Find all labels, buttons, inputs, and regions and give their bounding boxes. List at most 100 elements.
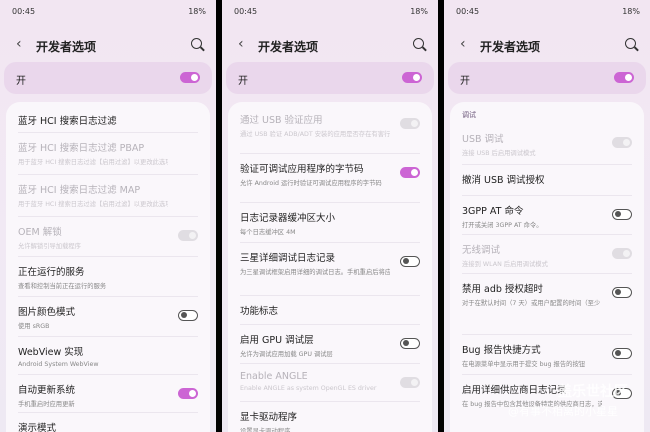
setting-item: 通过 USB 验证应用 通过 USB 验证 ADB/ADT 安装的应用是否存在有害…: [240, 112, 424, 138]
list-divider: [462, 195, 632, 196]
master-switch-label: 开: [16, 76, 26, 87]
watermark-author: @有事不相离的小星星: [508, 405, 618, 418]
setting-toggle[interactable]: [612, 287, 632, 298]
setting-item[interactable]: 蓝牙 HCI 搜索日志过滤: [18, 113, 202, 127]
setting-summary: 为三星调试框架启用详细的调试日志。手机重启后将应用此选项，并且可能会影响性能。: [240, 269, 390, 276]
setting-item[interactable]: 撤消 USB 调试授权: [462, 172, 636, 186]
back-arrow-icon[interactable]: ‹: [460, 36, 466, 52]
setting-toggle[interactable]: [178, 388, 198, 399]
setting-title: 3GPP AT 命令: [462, 206, 524, 217]
back-arrow-icon[interactable]: ‹: [16, 36, 22, 52]
setting-summary: Enable ANGLE as system OpenGL ES driver: [240, 385, 377, 392]
setting-title: 演示模式: [18, 423, 57, 432]
developer-options-master-switch[interactable]: 开: [448, 62, 646, 94]
setting-toggle[interactable]: [612, 209, 632, 220]
setting-title: 显卡驱动程序: [240, 412, 298, 423]
status-battery: 18%: [622, 7, 640, 16]
setting-item[interactable]: Bug 报告快捷方式在电源菜单中显示用于提交 bug 报告的按钮: [462, 342, 636, 368]
setting-toggle: [400, 118, 420, 129]
list-divider: [462, 334, 632, 335]
panel-developer-options-2: 00:45 18% ‹ 开发者选项开通过 USB 验证应用 通过 USB 验证 ADB/…: [222, 0, 438, 432]
list-divider: [18, 374, 198, 375]
list-divider: [240, 363, 420, 364]
page-title: 开发者选项: [258, 40, 319, 54]
setting-summary: 手机重启时应用更新: [18, 401, 75, 408]
setting-toggle[interactable]: [400, 256, 420, 267]
status-battery: 18%: [188, 7, 206, 16]
status-bar: 00:45 18%: [444, 0, 650, 22]
master-switch-label: 开: [238, 76, 248, 87]
status-time: 00:45: [12, 7, 36, 16]
setting-summary: 在电源菜单中显示用于提交 bug 报告的按钮: [462, 361, 586, 368]
master-toggle[interactable]: [614, 72, 634, 83]
page-title: 开发者选项: [36, 40, 97, 54]
setting-title: 日志记录器缓冲区大小: [240, 213, 336, 224]
setting-title: 正在运行的服务: [18, 267, 85, 278]
setting-item[interactable]: 功能标志: [240, 303, 424, 317]
back-arrow-icon[interactable]: ‹: [238, 36, 244, 52]
setting-item: USB 调试 连接 USB 后启用调试模式: [462, 131, 636, 157]
setting-title: 自动更新系统: [18, 385, 76, 396]
list-divider: [18, 412, 198, 413]
setting-item[interactable]: 3GPP AT 命令打开或关闭 3GPP AT 命令。: [462, 203, 636, 229]
list-divider: [462, 234, 632, 235]
setting-toggle[interactable]: [178, 310, 198, 321]
setting-item[interactable]: 三星详细调试日志记录为三星调试框架启用详细的调试日志。手机重启后将应用此选项，并…: [240, 250, 424, 276]
status-battery: 18%: [410, 7, 428, 16]
list-divider: [240, 202, 420, 203]
setting-summary: 设置显卡驱动程序: [240, 428, 291, 432]
search-icon[interactable]: [191, 38, 202, 49]
setting-title: 禁用 adb 授权超时: [462, 284, 543, 295]
setting-summary: 用于蓝牙 HCI 搜索日志过滤【启用过滤】以更改此选项: [18, 201, 168, 208]
setting-summary: 打开或关闭 3GPP AT 命令。: [462, 222, 543, 229]
search-icon[interactable]: [625, 38, 636, 49]
setting-summary: 使用 sRGB: [18, 323, 50, 330]
setting-summary: 每个日志缓冲区 4M: [240, 229, 296, 236]
setting-title: 撤消 USB 调试授权: [462, 175, 545, 186]
setting-item[interactable]: 禁用 adb 授权超时对于在默认时间（7 天）或用户配置的时间（至少 1 天）内…: [462, 281, 636, 307]
setting-summary: 对于在默认时间（7 天）或用户配置的时间（至少 1 天）内未重新连接的系统，禁用…: [462, 300, 602, 307]
app-header: ‹ 开发者选项: [0, 36, 216, 56]
master-toggle[interactable]: [180, 72, 200, 83]
list-divider: [18, 132, 198, 133]
list-divider: [240, 295, 420, 296]
setting-summary: 允许解锁引导加载程序: [18, 243, 81, 250]
app-header: ‹ 开发者选项: [444, 36, 650, 56]
developer-options-master-switch[interactable]: 开: [4, 62, 212, 94]
status-time: 00:45: [456, 7, 480, 16]
master-toggle[interactable]: [402, 72, 422, 83]
setting-item[interactable]: 演示模式: [18, 420, 202, 432]
list-divider: [240, 242, 420, 243]
setting-title: Enable ANGLE: [240, 371, 308, 382]
setting-item[interactable]: 图片颜色模式 使用 sRGB: [18, 304, 202, 330]
setting-item[interactable]: 正在运行的服务 查看和控制当前正在运行的服务: [18, 264, 202, 290]
setting-toggle[interactable]: [400, 338, 420, 349]
setting-title: 蓝牙 HCI 搜索日志过滤 PBAP: [18, 143, 145, 154]
setting-toggle[interactable]: [400, 167, 420, 178]
setting-item[interactable]: 启用 GPU 调试层 允许为调试应用加载 GPU 调试层: [240, 332, 424, 358]
list-divider: [462, 374, 632, 375]
setting-title: Bug 报告快捷方式: [462, 345, 541, 356]
status-time: 00:45: [234, 7, 258, 16]
page-title: 开发者选项: [480, 40, 541, 54]
setting-item[interactable]: 自动更新系统手机重启时应用更新: [18, 382, 202, 408]
setting-toggle[interactable]: [612, 348, 632, 359]
setting-item[interactable]: 验证可调试应用程序的字节码 允许 Android 运行时验证可调试应用程序的字节码: [240, 161, 424, 187]
settings-list: 蓝牙 HCI 搜索日志过滤 蓝牙 HCI 搜索日志过滤 PBAP 用于蓝牙 HCI …: [6, 102, 210, 432]
setting-summary: 通过 USB 验证 ADB/ADT 安装的应用是否存在有害行为。: [240, 131, 390, 138]
setting-title: 无线调试: [462, 245, 501, 256]
setting-item: 无线调试 连接到 WLAN 后启用调试模式: [462, 242, 636, 268]
list-divider: [240, 324, 420, 325]
setting-item[interactable]: 显卡驱动程序设置显卡驱动程序: [240, 409, 424, 432]
list-divider: [18, 216, 198, 217]
list-divider: [18, 174, 198, 175]
category-header: 调试: [462, 111, 476, 119]
setting-title: 启用 GPU 调试层: [240, 335, 314, 346]
setting-item: OEM 解锁 允许解锁引导加载程序: [18, 224, 202, 250]
app-header: ‹ 开发者选项: [222, 36, 438, 56]
status-bar: 00:45 18%: [0, 0, 216, 22]
setting-item[interactable]: 日志记录器缓冲区大小每个日志缓冲区 4M: [240, 210, 424, 236]
search-icon[interactable]: [413, 38, 424, 49]
setting-item[interactable]: WebView 实现 Android System WebView: [18, 344, 202, 368]
developer-options-master-switch[interactable]: 开: [226, 62, 434, 94]
